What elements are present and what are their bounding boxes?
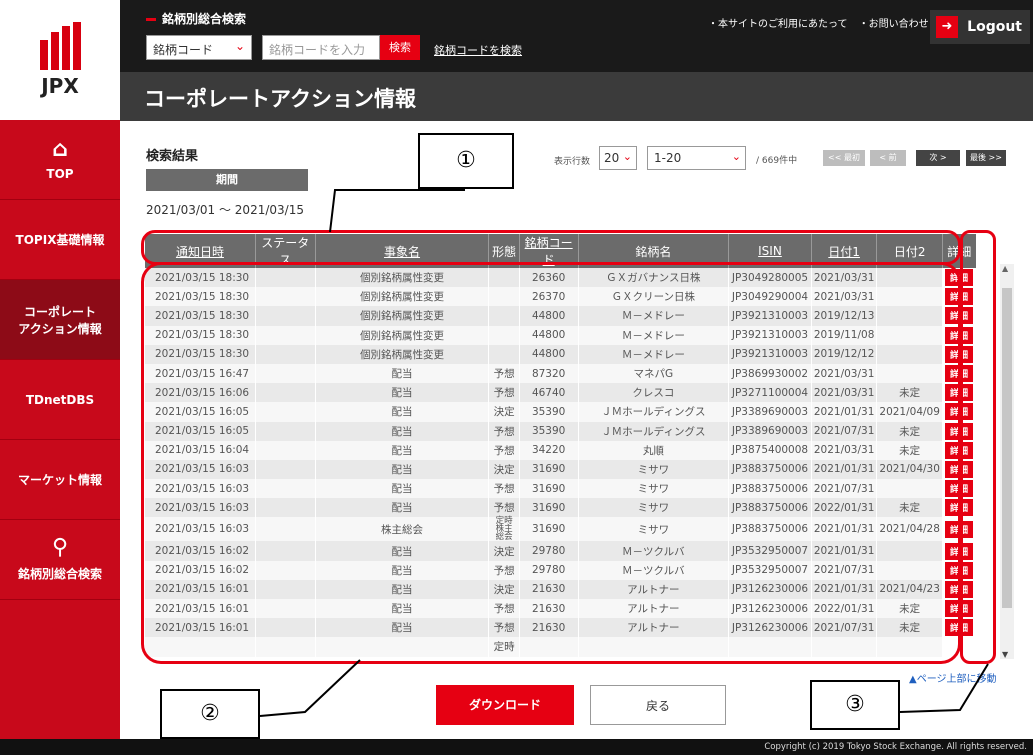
page-title: コーポレートアクション情報 — [120, 72, 1033, 121]
sidebar-item-tdnetdbs[interactable]: TDnetDBS — [0, 360, 120, 440]
first-page-button[interactable]: << 最初 — [823, 150, 865, 166]
sidebar-item-label: TDnetDBS — [25, 392, 95, 407]
logout-button[interactable]: ➜ Logout — [930, 10, 1030, 44]
period-header: 期間 — [146, 169, 308, 191]
sidebar-item-label: TOP — [46, 166, 74, 181]
back-button[interactable]: 戻る — [590, 685, 726, 725]
logout-label: Logout — [967, 19, 1022, 35]
download-button[interactable]: ダウンロード — [436, 685, 574, 725]
annotation-2: ② — [160, 689, 260, 739]
last-page-button[interactable]: 最後 >> — [966, 150, 1006, 166]
top-links: ・本サイトのご利用にあたって ・お問い合わせ — [700, 15, 929, 30]
contact-link[interactable]: ・お問い合わせ — [859, 19, 929, 30]
range-value: 1-20 — [654, 151, 682, 165]
range-select[interactable]: 1-20 ⌄ — [647, 146, 746, 170]
scroll-down-icon[interactable]: ▼ — [1002, 650, 1008, 659]
sidebar-item-label: マーケット情報 — [17, 473, 102, 487]
sidebar-item-label: コーポレート アクション情報 — [18, 304, 102, 336]
logo-text: JPX — [41, 74, 79, 98]
results-label: 検索結果 — [146, 149, 199, 164]
sidebar-item-stock-search[interactable]: ⚲ 銘柄別総合検索 — [0, 520, 120, 600]
page-top-link[interactable]: ▲ページ上部に移動 — [909, 670, 997, 685]
chevron-down-icon: ⌄ — [731, 150, 741, 163]
scrollbar-thumb[interactable] — [1002, 288, 1012, 608]
footer-copyright: Copyright (c) 2019 Tokyo Stock Exchange.… — [0, 739, 1033, 755]
next-page-button[interactable]: 次 > — [916, 150, 960, 166]
rows-per-page-value: 20 — [604, 151, 620, 165]
table-scrollbar[interactable]: ▲ ▼ — [1000, 264, 1014, 659]
site-usage-link[interactable]: ・本サイトのご利用にあたって — [708, 19, 848, 30]
sidebar-item-corporate-action[interactable]: コーポレート アクション情報 — [0, 280, 120, 360]
annotation-1: ① — [418, 133, 514, 189]
period-value: 2021/03/01 ～ 2021/03/15 — [146, 203, 304, 217]
code-search-link[interactable]: 銘柄コードを検索 — [434, 42, 522, 58]
code-type-select[interactable]: 銘柄コード ⌄ — [146, 35, 252, 60]
sidebar-item-label: TOPIX基礎情報 — [15, 233, 105, 247]
code-input[interactable]: 銘柄コードを入力 — [262, 35, 380, 60]
rows-per-page-select[interactable]: 20 ⌄ — [599, 146, 637, 170]
jpx-logo[interactable]: JPX — [0, 0, 120, 120]
chevron-down-icon: ⌄ — [234, 39, 245, 53]
sidebar-item-top[interactable]: ⌂ TOP — [0, 120, 120, 200]
chevron-down-icon: ⌄ — [622, 150, 632, 163]
scroll-up-icon[interactable]: ▲ — [1002, 264, 1008, 273]
search-button[interactable]: 検索 — [380, 35, 420, 60]
annotation-frame-header — [141, 230, 961, 265]
search-icon: ⚲ — [51, 535, 69, 560]
search-title: 銘柄別総合検索 — [146, 10, 246, 27]
top-header: 銘柄別総合検索 銘柄コード ⌄ 銘柄コードを入力 検索 銘柄コードを検索 ・本サ… — [120, 0, 1033, 72]
annotation-frame-detail — [960, 230, 996, 664]
sidebar-item-topix[interactable]: TOPIX基礎情報 — [0, 200, 120, 280]
prev-page-button[interactable]: < 前 — [870, 150, 906, 166]
home-icon: ⌂ — [52, 136, 68, 162]
logout-icon: ➜ — [936, 16, 958, 38]
code-type-value: 銘柄コード — [153, 43, 214, 57]
annotation-3: ③ — [810, 680, 900, 730]
rows-per-page-label: 表示行数 — [554, 157, 591, 167]
annotation-frame-rows — [141, 262, 961, 664]
sidebar-item-label: 銘柄別総合検索 — [17, 567, 102, 581]
sidebar-filler — [0, 600, 120, 755]
jpx-logo-mark-icon — [39, 22, 81, 70]
sidebar: JPX ⌂ TOP TOPIX基礎情報 コーポレート アクション情報 TDnet… — [0, 0, 120, 755]
sidebar-item-market[interactable]: マーケット情報 — [0, 440, 120, 520]
total-count: / 669件中 — [756, 156, 798, 166]
